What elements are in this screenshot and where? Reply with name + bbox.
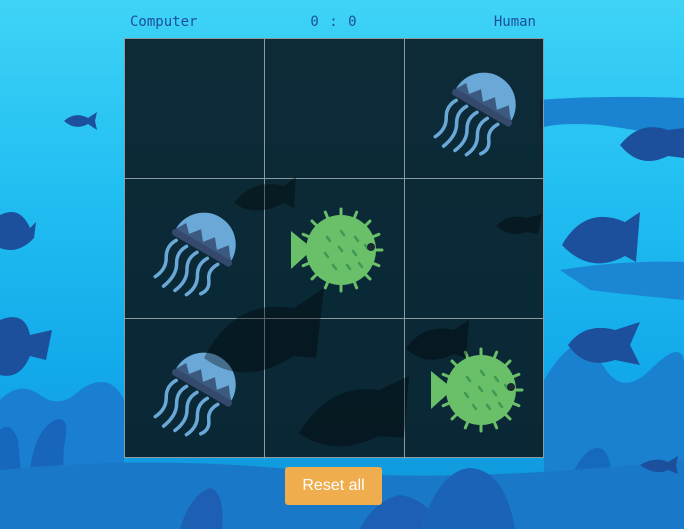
jellyfish-icon xyxy=(153,352,236,437)
board-cell[interactable] xyxy=(405,179,545,319)
game-board xyxy=(124,38,545,459)
fish-silhouette xyxy=(562,212,640,264)
board-cell[interactable] xyxy=(125,179,265,319)
reset-all-button[interactable]: Reset all xyxy=(285,467,382,505)
fish-silhouette xyxy=(620,127,684,162)
reef-ledge xyxy=(560,261,684,300)
board-cell[interactable] xyxy=(265,179,405,319)
fish-silhouette xyxy=(0,317,52,376)
pufferfish-icon xyxy=(291,207,384,293)
jellyfish-icon xyxy=(153,212,236,297)
fish-silhouette xyxy=(0,211,36,251)
board-cell[interactable] xyxy=(125,39,265,179)
board-cell[interactable] xyxy=(405,319,545,459)
jellyfish-icon xyxy=(433,72,516,157)
score-display: 0 : 0 xyxy=(310,14,358,30)
board-cell[interactable] xyxy=(405,39,545,179)
pufferfish-icon xyxy=(431,347,524,433)
player-label-human: Human xyxy=(493,14,536,30)
board-cell[interactable] xyxy=(265,319,405,459)
board-cell[interactable] xyxy=(265,39,405,179)
scoreboard: Computer 0 : 0 Human xyxy=(124,14,544,34)
fish-silhouette xyxy=(64,112,97,130)
board-cell[interactable] xyxy=(125,319,265,459)
